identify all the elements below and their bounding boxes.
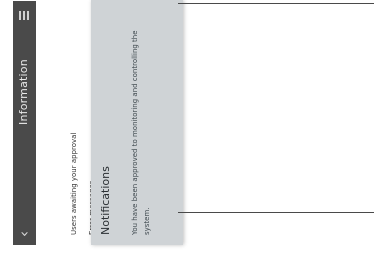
notification-title: Notifications <box>99 166 112 235</box>
notification-message: You have been approved to monitoring and… <box>131 30 151 235</box>
divider-top <box>178 3 374 4</box>
page-title: Information <box>17 59 30 125</box>
screenshot-stage: Users awaiting your approval Error messa… <box>0 0 374 260</box>
list-item-users-awaiting-approval[interactable]: Users awaiting your approval <box>70 133 78 235</box>
notification-card[interactable]: Notifications You have been approved to … <box>91 0 183 245</box>
phone-screen: Users awaiting your approval Error messa… <box>13 0 183 245</box>
app-bar: ‹ Information <box>13 1 36 245</box>
divider-bottom <box>178 212 374 213</box>
chevron-left-icon[interactable]: ‹ <box>14 231 34 237</box>
menu-icon[interactable] <box>19 11 30 20</box>
